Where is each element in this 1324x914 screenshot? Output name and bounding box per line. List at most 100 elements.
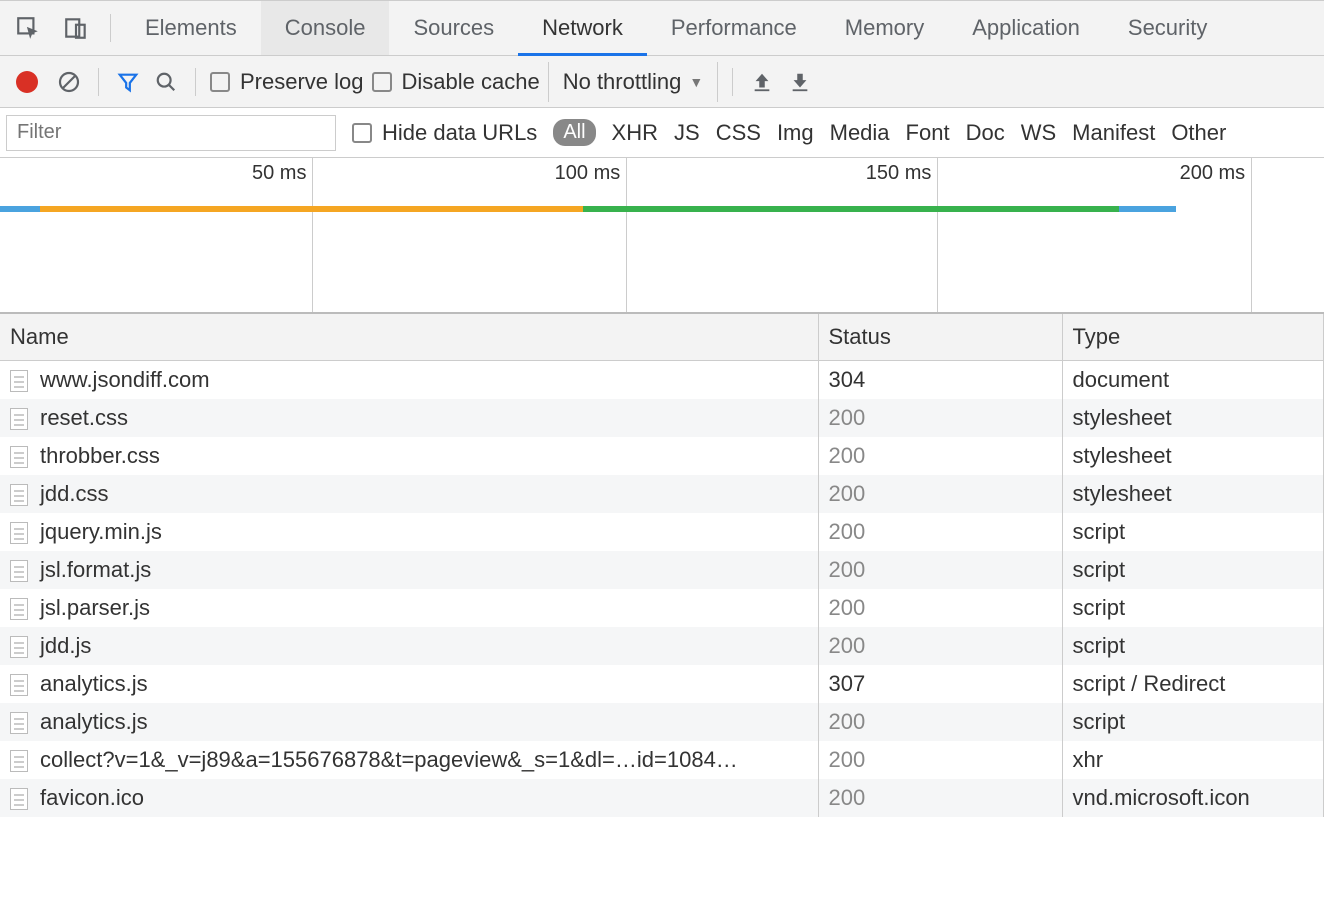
tab-console[interactable]: Console [261,1,390,55]
request-name-cell: collect?v=1&_v=j89&a=155676878&t=pagevie… [0,741,818,779]
upload-har-icon[interactable] [747,67,777,97]
request-name: favicon.ico [40,785,144,810]
file-icon [10,484,28,506]
network-requests-table: Name Status Type www.jsondiff.com304docu… [0,314,1324,817]
request-name: jsl.format.js [40,557,151,582]
request-status-cell: 200 [818,437,1062,475]
timeline-segment [583,206,1119,212]
filter-all[interactable]: All [553,119,595,146]
file-icon [10,712,28,734]
device-toggle-icon[interactable] [56,8,96,48]
timeline-tick [312,158,313,312]
filter-ws[interactable]: WS [1021,120,1056,146]
clear-icon[interactable] [54,67,84,97]
filter-input[interactable] [6,115,336,151]
table-row[interactable]: analytics.js 200script [0,703,1324,741]
filter-manifest[interactable]: Manifest [1072,120,1155,146]
tab-application[interactable]: Application [948,1,1104,55]
table-row[interactable]: reset.css 200stylesheet [0,399,1324,437]
network-filter-bar: Hide data URLs All XHR JS CSS Img Media … [0,108,1324,158]
request-status-cell: 200 [818,399,1062,437]
request-status-cell: 200 [818,589,1062,627]
request-status-cell: 304 [818,361,1062,400]
preserve-log-checkbox[interactable]: Preserve log [210,69,364,95]
file-icon [10,408,28,430]
table-row[interactable]: analytics.js307script / Redirect [0,665,1324,703]
request-name: jsl.parser.js [40,595,150,620]
request-name: jdd.js [40,633,91,658]
request-name-cell: jsl.parser.js [0,589,818,627]
request-name-cell: jdd.js [0,627,818,665]
table-row[interactable]: collect?v=1&_v=j89&a=155676878&t=pagevie… [0,741,1324,779]
filter-icon[interactable] [113,67,143,97]
column-header-name[interactable]: Name [0,314,818,361]
timeline-tick-label: 50 ms [252,162,312,185]
request-status-cell: 307 [818,665,1062,703]
filter-other[interactable]: Other [1171,120,1226,146]
file-icon [10,788,28,810]
request-type-cell: script [1062,589,1324,627]
request-status-cell: 200 [818,779,1062,817]
timeline-segment [1119,206,1176,212]
timeline-tick-label: 100 ms [555,162,627,185]
file-icon [10,674,28,696]
request-name-cell: reset.css [0,399,818,437]
tab-security[interactable]: Security [1104,1,1231,55]
throttling-dropdown[interactable]: No throttling ▼ [548,62,718,102]
filter-css[interactable]: CSS [716,120,761,146]
request-type-cell: stylesheet [1062,399,1324,437]
filter-xhr[interactable]: XHR [612,120,658,146]
request-type-cell: stylesheet [1062,437,1324,475]
timeline-tick [1251,158,1252,312]
tab-elements[interactable]: Elements [121,1,261,55]
filter-img[interactable]: Img [777,120,814,146]
timeline-tick [937,158,938,312]
filter-js[interactable]: JS [674,120,700,146]
search-icon[interactable] [151,67,181,97]
filter-media[interactable]: Media [830,120,890,146]
table-row[interactable]: www.jsondiff.com304document [0,361,1324,400]
tab-network[interactable]: Network [518,1,647,55]
column-header-status[interactable]: Status [818,314,1062,361]
request-name-cell: analytics.js [0,703,818,741]
table-row[interactable]: jsl.format.js200script [0,551,1324,589]
timeline-tick [626,158,627,312]
table-row[interactable]: favicon.ico200vnd.microsoft.icon [0,779,1324,817]
separator [110,14,111,42]
disable-cache-checkbox[interactable]: Disable cache [372,69,540,95]
separator [732,68,733,96]
table-row[interactable]: jsl.parser.js 200script [0,589,1324,627]
inspect-element-icon[interactable] [8,8,48,48]
request-type-cell: script [1062,703,1324,741]
filter-doc[interactable]: Doc [966,120,1005,146]
network-timeline[interactable]: 50 ms100 ms150 ms200 ms [0,158,1324,314]
request-name-cell: jquery.min.js [0,513,818,551]
file-icon [10,370,28,392]
column-header-type[interactable]: Type [1062,314,1324,361]
download-har-icon[interactable] [785,67,815,97]
request-type-cell: xhr [1062,741,1324,779]
table-row[interactable]: jdd.js200script [0,627,1324,665]
table-row[interactable]: jquery.min.js200script [0,513,1324,551]
tab-performance[interactable]: Performance [647,1,821,55]
chevron-down-icon: ▼ [689,74,703,90]
request-status-cell: 200 [818,551,1062,589]
record-button[interactable] [16,71,38,93]
network-toolbar: Preserve log Disable cache No throttling… [0,56,1324,108]
devtools-tabbar: Elements Console Sources Network Perform… [0,0,1324,56]
request-name: analytics.js [40,709,148,734]
request-status-cell: 200 [818,703,1062,741]
request-name: www.jsondiff.com [40,367,210,392]
request-name-cell: favicon.ico [0,779,818,817]
request-type-cell: script / Redirect [1062,665,1324,703]
hide-data-urls-checkbox[interactable]: Hide data URLs [352,120,537,146]
timeline-segment [0,206,40,212]
tab-sources[interactable]: Sources [389,1,518,55]
request-name: reset.css [40,405,128,430]
tab-memory[interactable]: Memory [821,1,948,55]
table-row[interactable]: jdd.css200stylesheet [0,475,1324,513]
timeline-segment [40,206,583,212]
table-row[interactable]: throbber.css200stylesheet [0,437,1324,475]
filter-font[interactable]: Font [906,120,950,146]
file-icon [10,446,28,468]
